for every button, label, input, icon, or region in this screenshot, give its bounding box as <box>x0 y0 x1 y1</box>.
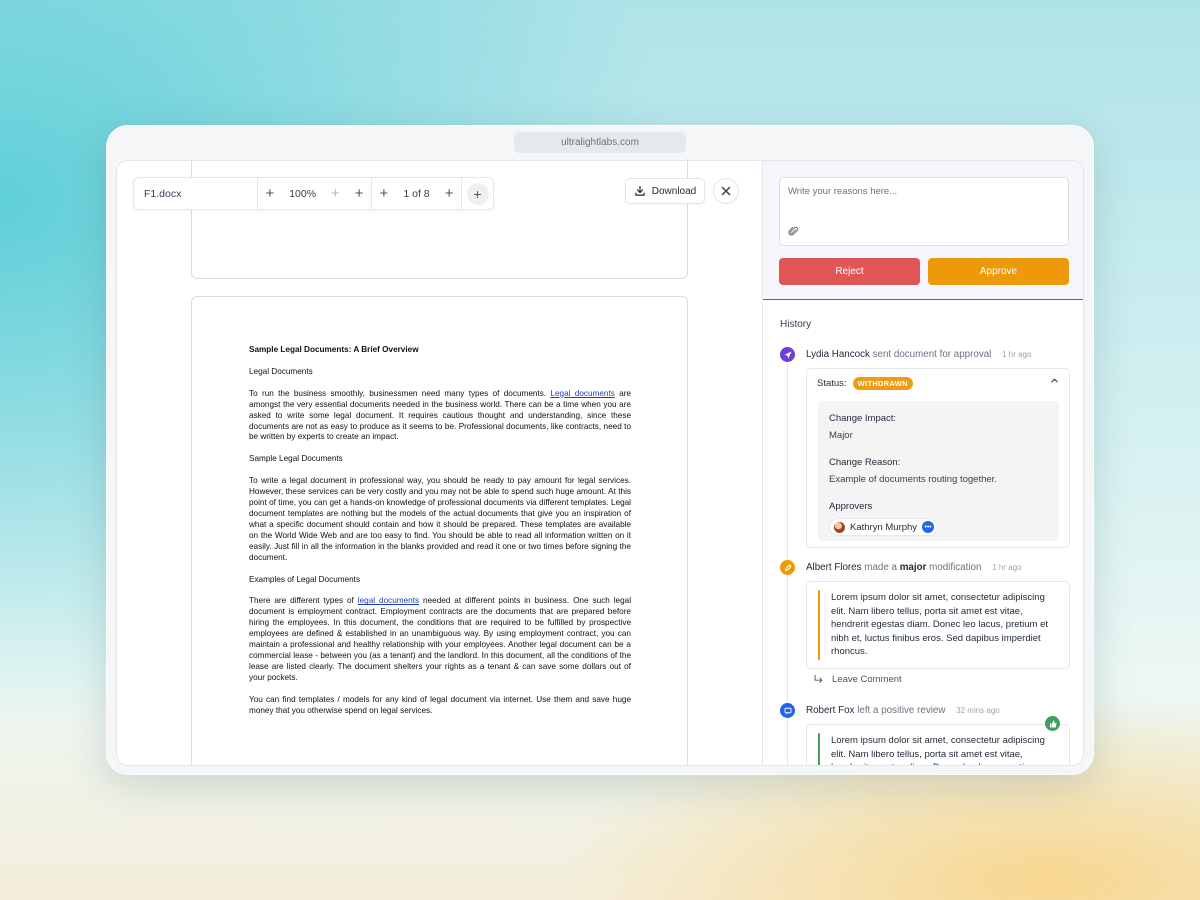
doc-paragraph: To run the business smoothly, businessme… <box>249 388 631 442</box>
comment-accent-bar <box>818 733 820 765</box>
send-icon <box>780 347 795 362</box>
zoom-plus-button[interactable]: + <box>355 186 364 201</box>
zoom-level: 100% <box>289 187 317 200</box>
status-badge: WITHDRAWN <box>852 377 913 390</box>
status-row: Status: WITHDRAWN <box>817 377 913 390</box>
doc-paragraph: You can find templates / models for any … <box>249 694 631 715</box>
event-header: Robert Fox left a positive review 32 min… <box>806 705 1000 716</box>
event-header: Lydia Hancock sent document for approval… <box>806 349 1031 360</box>
change-impact-label: Change Impact: <box>829 413 897 424</box>
event-user[interactable]: Lydia Hancock <box>806 349 870 360</box>
event-user[interactable]: Albert Flores <box>806 562 862 573</box>
chat-icon <box>780 703 795 718</box>
comment-text: Lorem ipsum dolor sit amet, consectetur … <box>831 592 1049 657</box>
leave-comment-label: Leave Comment <box>832 674 902 685</box>
viewer-toolbar: F1.docx + 100% + + + 1 of 8 + + <box>133 177 494 210</box>
file-name: F1.docx <box>134 178 258 209</box>
comment-text: Lorem ipsum dolor sit amet, consectetur … <box>831 735 1045 765</box>
reply-arrow-icon <box>814 674 823 683</box>
chevron-up-icon[interactable] <box>1050 376 1059 388</box>
approval-card: Status: WITHDRAWN Change Impact: Major C… <box>806 368 1070 548</box>
more-icon[interactable]: ••• <box>922 521 935 533</box>
pencil-icon <box>780 560 795 575</box>
doc-heading: Examples of Legal Documents <box>249 574 361 584</box>
change-impact-value: Major <box>829 430 853 441</box>
toolbar-more: + <box>462 182 493 205</box>
device-frame: ultralightlabs.com Sample Legal Document… <box>106 125 1094 775</box>
url-bar[interactable]: ultralightlabs.com <box>514 132 686 153</box>
doc-title: Sample Legal Documents: A Brief Overview <box>249 345 419 354</box>
download-button[interactable]: Download <box>625 178 705 204</box>
event-action: made a <box>864 562 897 573</box>
avatar <box>834 521 845 533</box>
event-header: Albert Flores made a major modification … <box>806 562 1022 573</box>
page-prev-button[interactable]: + <box>380 186 389 201</box>
close-button[interactable] <box>713 178 739 204</box>
thumbs-up-icon <box>1045 716 1060 731</box>
page-indicator: 1 of 8 <box>403 187 430 200</box>
app-screen: Sample Legal Documents: A Brief Overview… <box>116 160 1084 766</box>
review-panel: Reject Approve History Lydia Hancock sen… <box>762 161 1083 765</box>
comment-card: Lorem ipsum dolor sit amet, consectetur … <box>806 581 1070 669</box>
approver-chip[interactable]: Kathryn Murphy ••• <box>829 518 939 536</box>
review-form: Reject Approve <box>763 161 1083 300</box>
document-viewer[interactable]: Sample Legal Documents: A Brief Overview… <box>117 161 762 765</box>
doc-link[interactable]: legal documents <box>358 596 419 605</box>
zoom-plus-disabled-button[interactable]: + <box>331 186 340 201</box>
doc-link[interactable]: Legal documents <box>550 389 614 398</box>
reason-input[interactable] <box>780 178 1068 245</box>
add-button[interactable]: + <box>466 182 489 205</box>
change-reason-label: Change Reason: <box>829 457 901 468</box>
history-title: History <box>780 319 812 330</box>
event-action: modification <box>929 562 982 573</box>
approve-button[interactable]: Approve <box>928 258 1069 285</box>
event-time: 32 mins ago <box>956 706 1000 715</box>
change-details: Change Impact: Major Change Reason: Exam… <box>818 401 1059 541</box>
event-user[interactable]: Robert Fox <box>806 705 854 716</box>
doc-paragraph: To write a legal document in professiona… <box>249 476 631 562</box>
comment-card: Lorem ipsum dolor sit amet, consectetur … <box>806 724 1070 765</box>
status-label: Status: <box>817 378 847 389</box>
document-page: Sample Legal Documents: A Brief Overview… <box>191 296 688 765</box>
zoom-in-button[interactable]: + <box>265 186 274 201</box>
zoom-control: + 100% + + <box>258 178 372 209</box>
page-control: + 1 of 8 + <box>372 178 462 209</box>
approver-name: Kathryn Murphy <box>850 521 918 533</box>
doc-paragraph: There are different types of legal docum… <box>249 596 632 682</box>
event-time: 1 hr ago <box>992 563 1022 572</box>
page-next-button[interactable]: + <box>445 186 454 201</box>
doc-heading: Sample Legal Documents <box>249 454 343 464</box>
event-action: sent document for approval <box>872 349 992 360</box>
approvers-label: Approvers <box>829 501 873 512</box>
event-action: left a positive review <box>857 705 946 716</box>
leave-comment-link[interactable]: Leave Comment <box>813 674 902 685</box>
close-icon <box>721 186 731 196</box>
reject-button[interactable]: Reject <box>779 258 920 285</box>
document-body: Sample Legal Documents: A Brief Overview… <box>249 345 631 727</box>
change-reason-value: Example of documents routing together. <box>829 474 997 485</box>
doc-heading: Legal Documents <box>249 366 313 376</box>
comment-accent-bar <box>818 590 820 660</box>
event-action-emphasis: major <box>899 562 927 573</box>
paperclip-icon[interactable] <box>788 226 799 240</box>
event-time: 1 hr ago <box>1002 350 1032 359</box>
download-label: Download <box>651 185 697 197</box>
reason-box <box>779 177 1069 246</box>
download-icon <box>635 185 645 196</box>
